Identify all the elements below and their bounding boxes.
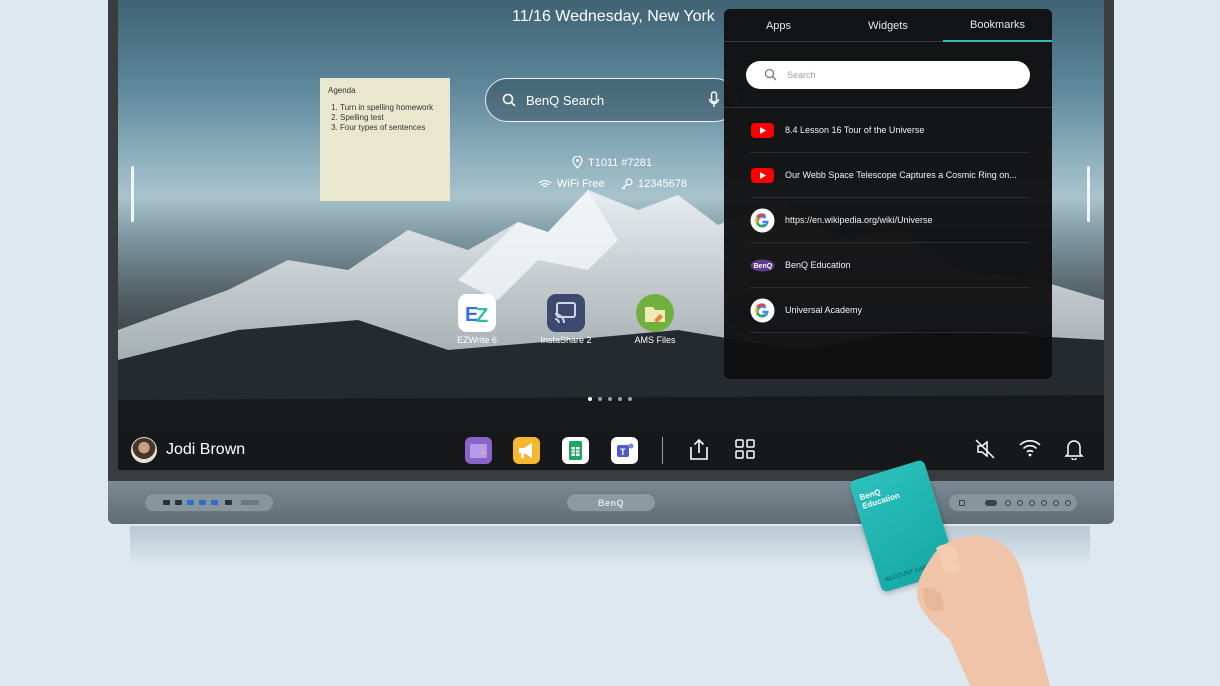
apps-grid-icon[interactable] [734,438,756,460]
wifi-password-text: 12345678 [638,178,687,190]
launcher-panel: Apps Widgets Bookmarks Search 8.4 Lesson… [724,9,1052,379]
hand-holding-card [916,536,1050,686]
ams-files-icon [636,294,674,332]
instashare-icon [547,294,585,332]
app-label: EZWrite 6 [457,335,497,345]
room-id: T1011 #7281 [572,156,652,169]
avatar[interactable] [131,437,157,463]
agenda-title: Agenda [328,86,356,95]
user-name[interactable]: Jodi Brown [166,441,245,459]
mute-icon[interactable] [974,438,996,460]
agenda-item: Four types of sentences [340,123,442,133]
front-control-buttons[interactable] [948,493,1078,512]
benq-search-bar[interactable]: BenQ Search [485,78,737,122]
agenda-item: Spelling test [340,113,442,123]
key-icon [621,178,633,190]
bookmark-search-input[interactable]: Search [746,61,1030,89]
bookmark-item[interactable]: https://en.wikipedia.org/wiki/Universe [750,198,1029,243]
tab-widgets[interactable]: Widgets [833,20,943,32]
svg-text:T: T [620,447,626,457]
app-label: AMS Files [634,335,676,345]
active-tab-indicator [943,40,1052,42]
wifi-small-icon [538,180,552,188]
front-ports [144,493,274,512]
youtube-icon [751,123,774,138]
panel-tabs: Apps Widgets Bookmarks [724,9,1052,42]
page-dot[interactable] [618,397,622,401]
app-ams-files[interactable]: AMS Files [615,294,695,345]
bookmark-item[interactable]: 8.4 Lesson 16 Tour of the Universe [750,108,1029,153]
bell-icon[interactable] [1064,438,1084,460]
agenda-sticky-note[interactable]: Agenda Turn in spelling homework Spellin… [320,78,450,201]
page-dot[interactable] [588,397,592,401]
brand-logo: BenQ [566,493,656,512]
wifi-icon[interactable] [1018,438,1042,458]
card-logo: BenQ Education [859,482,901,510]
page-indicator[interactable] [588,397,632,401]
announcement-icon[interactable] [513,437,540,464]
google-icon [750,208,775,233]
agenda-item: Turn in spelling homework [340,103,442,113]
left-side-handle[interactable] [131,166,134,222]
page-dot[interactable] [608,397,612,401]
class-app-icon[interactable] [465,437,492,464]
youtube-icon [751,168,774,183]
app-ezwrite[interactable]: EZ EZWrite 6 [437,294,517,345]
search-icon [502,93,516,107]
search-icon [764,68,777,81]
search-placeholder: BenQ Search [526,93,605,108]
bookmark-title: BenQ Education [785,260,851,270]
benq-icon: BenQ [750,259,775,272]
microphone-icon[interactable] [708,91,720,109]
wifi-password: 12345678 [621,178,687,190]
page-dot[interactable] [628,397,632,401]
svg-text:BenQ: BenQ [754,263,773,270]
bookmark-item[interactable]: BenQ BenQ Education [750,243,1029,288]
right-side-handle[interactable] [1087,166,1090,222]
wifi-name-text: WiFi Free [557,178,605,190]
location-pin-icon [572,156,583,169]
share-screen-icon[interactable] [688,438,710,462]
wifi-name: WiFi Free [538,178,605,190]
sheets-icon[interactable] [562,437,589,464]
bookmark-item[interactable]: Universal Academy [750,288,1029,333]
bookmark-title: Universal Academy [785,305,863,315]
page-dot[interactable] [598,397,602,401]
svg-text:Z: Z [476,305,488,327]
date-location-label: 11/16 Wednesday, New York [512,8,715,25]
dock-separator [662,437,663,464]
bookmark-search-placeholder: Search [787,70,816,80]
google-icon [750,298,775,323]
agenda-list: Turn in spelling homework Spelling test … [328,103,442,133]
ezwrite-icon: EZ [458,294,496,332]
tab-apps[interactable]: Apps [724,20,833,32]
app-label: InstaShare 2 [540,335,592,345]
bookmark-title: 8.4 Lesson 16 Tour of the Universe [785,125,925,135]
bookmark-item[interactable]: Our Webb Space Telescope Captures a Cosm… [750,153,1029,198]
teams-icon[interactable]: T [611,437,638,464]
bookmark-title: https://en.wikipedia.org/wiki/Universe [785,215,933,225]
tab-bookmarks[interactable]: Bookmarks [943,19,1052,31]
room-id-text: T1011 #7281 [588,156,653,169]
app-instashare[interactable]: InstaShare 2 [526,294,606,345]
bookmark-title: Our Webb Space Telescope Captures a Cosm… [785,170,1017,180]
